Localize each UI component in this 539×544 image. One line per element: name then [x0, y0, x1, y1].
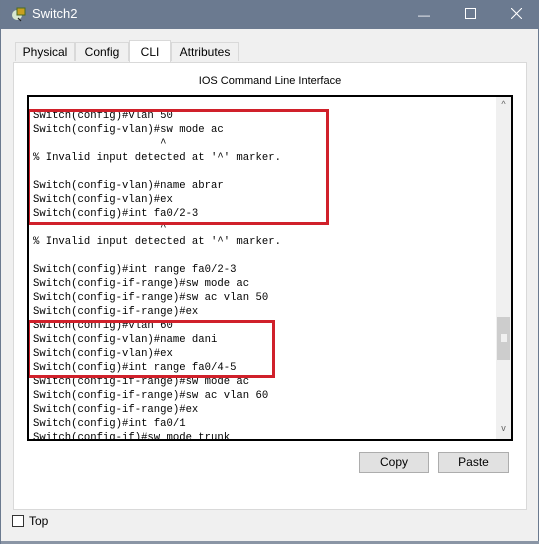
- copy-button[interactable]: Copy: [359, 452, 429, 473]
- switch-window: Switch2 — Physical Config CLI Attributes…: [0, 0, 539, 544]
- console-line: Switch(config)#int fa0/1: [33, 418, 186, 430]
- console-line: Switch(config-if-range)#sw ac vlan 50: [33, 292, 269, 304]
- annotation-box-vlan-60: [29, 320, 275, 378]
- console-line: Switch(config-if-range)#sw ac vlan 60: [33, 390, 269, 402]
- console-line: Switch(config-if-range)#ex: [33, 306, 199, 318]
- tab-attributes[interactable]: Attributes: [171, 42, 239, 61]
- console-line: Switch(config-if)#sw mode trunk: [33, 432, 231, 441]
- console-line: Switch(config-if-range)#ex: [33, 404, 199, 416]
- window-title: Switch2: [32, 6, 78, 21]
- annotation-box-vlan-50: [29, 109, 329, 225]
- scroll-thumb-grip: [501, 334, 507, 342]
- switch-app-icon: [11, 6, 27, 22]
- console-line: Switch(config-if-range)#sw mode ac: [33, 278, 250, 290]
- minimize-button[interactable]: —: [401, 0, 447, 29]
- scroll-down-arrow-icon[interactable]: v: [496, 423, 511, 437]
- title-bar[interactable]: Switch2 —: [1, 0, 539, 29]
- cli-panel: IOS Command Line Interface Switch(config…: [13, 62, 527, 510]
- tab-config[interactable]: Config: [75, 42, 129, 61]
- paste-button[interactable]: Paste: [438, 452, 509, 473]
- minimize-icon: —: [418, 7, 430, 22]
- scroll-thumb[interactable]: [497, 317, 510, 360]
- maximize-button[interactable]: [447, 0, 493, 29]
- close-icon: [510, 6, 522, 24]
- cli-console[interactable]: Switch(config)#vlan 50 Switch(config-vlan…: [27, 95, 513, 441]
- top-option[interactable]: Top: [12, 514, 48, 528]
- console-line: Switch(config)#int range fa0/2-3: [33, 264, 237, 276]
- top-checkbox-label: Top: [29, 514, 49, 528]
- scroll-up-arrow-icon[interactable]: ^: [496, 99, 511, 113]
- console-line: % Invalid input detected at '^' marker.: [33, 236, 281, 248]
- close-button[interactable]: [493, 0, 539, 29]
- maximize-icon: [464, 6, 476, 24]
- tab-cli[interactable]: CLI: [129, 40, 171, 62]
- tab-physical[interactable]: Physical: [15, 42, 75, 61]
- console-scrollbar[interactable]: ^ v: [496, 97, 511, 439]
- panel-title: IOS Command Line Interface: [198, 75, 342, 87]
- top-checkbox[interactable]: [12, 515, 24, 527]
